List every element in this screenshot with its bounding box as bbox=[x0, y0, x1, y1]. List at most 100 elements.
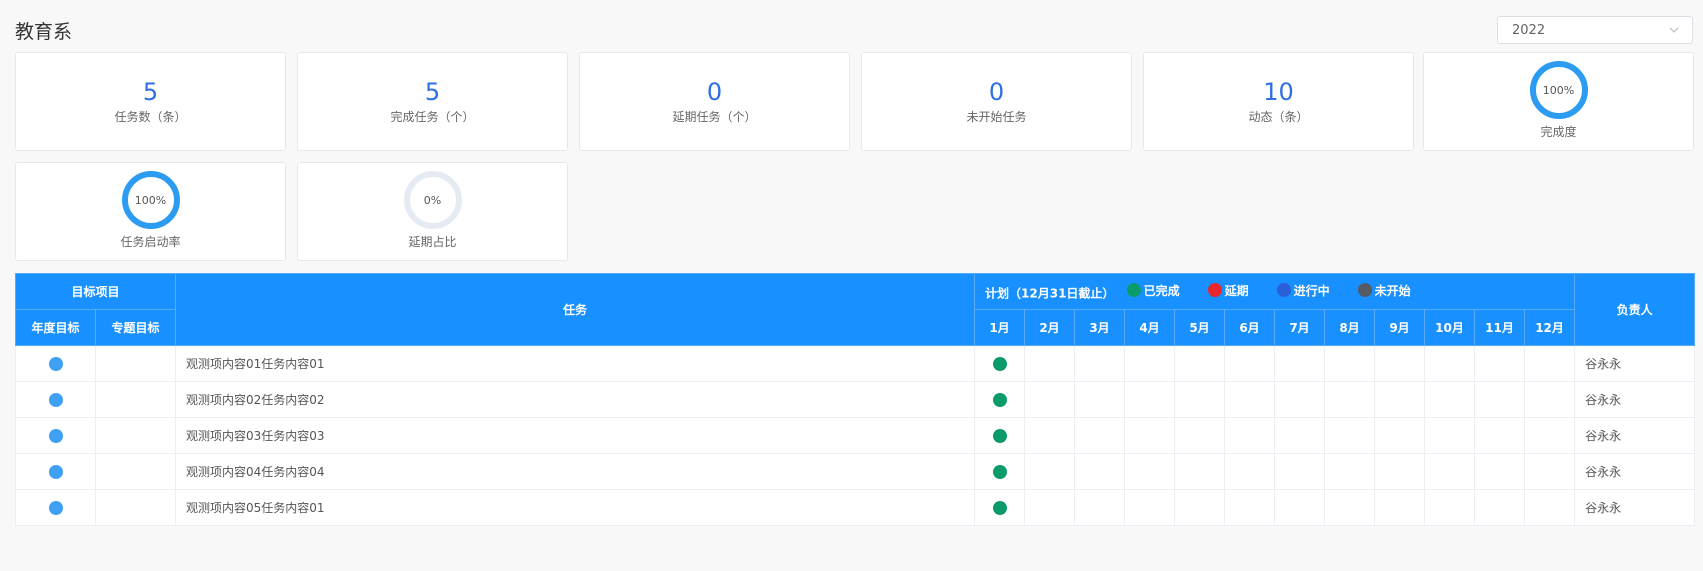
month-header: 3月 bbox=[1074, 309, 1126, 346]
table-row[interactable]: 观测项内容01任务内容01 谷永永 bbox=[15, 345, 1696, 382]
task-header: 任务 bbox=[175, 273, 976, 346]
month-header: 4月 bbox=[1124, 309, 1176, 346]
month-cell bbox=[1124, 417, 1176, 454]
month-cell bbox=[1424, 453, 1476, 490]
month-cell bbox=[1324, 417, 1376, 454]
month-cell bbox=[1524, 381, 1576, 418]
month-cell bbox=[974, 381, 1026, 418]
stat-value: 0 bbox=[706, 78, 723, 106]
owner-header: 负责人 bbox=[1574, 273, 1696, 346]
month-header: 12月 bbox=[1524, 309, 1576, 346]
month-cell bbox=[1474, 417, 1526, 454]
task-cell: 观测项内容04任务内容04 bbox=[175, 453, 976, 490]
month-cell bbox=[1274, 381, 1326, 418]
month-cell bbox=[1274, 453, 1326, 490]
month-cell bbox=[1174, 381, 1226, 418]
special-goal-cell bbox=[94, 453, 177, 490]
month-cell bbox=[1424, 345, 1476, 382]
month-cell bbox=[1274, 345, 1326, 382]
stat-label: 未开始任务 bbox=[966, 110, 1027, 124]
month-header: 6月 bbox=[1224, 309, 1276, 346]
status-dot-icon bbox=[992, 500, 1007, 515]
month-cell bbox=[1474, 381, 1526, 418]
legend-label: 未开始 bbox=[1374, 283, 1411, 298]
legend-item: 已完成 bbox=[1119, 282, 1180, 299]
table-row[interactable]: 观测项内容02任务内容02 谷永永 bbox=[15, 381, 1696, 418]
annual-goal-cell bbox=[15, 489, 96, 526]
month-cell bbox=[1324, 381, 1376, 418]
month-header: 2月 bbox=[1024, 309, 1076, 346]
stat-value: 0 bbox=[988, 78, 1005, 106]
special-goal-cell bbox=[94, 417, 177, 454]
annual-goal-cell bbox=[15, 381, 96, 418]
goal-dot-icon bbox=[48, 392, 63, 407]
stat-card-delayed: 0 延期任务（个） bbox=[579, 52, 850, 151]
month-cell bbox=[1024, 345, 1076, 382]
ring-card-completion: 100% 完成度 bbox=[1423, 52, 1694, 151]
month-cell bbox=[1324, 489, 1376, 526]
ring-label: 任务启动率 bbox=[120, 235, 181, 249]
month-cell bbox=[1524, 345, 1576, 382]
stat-label: 延期任务（个） bbox=[672, 110, 757, 124]
month-cell bbox=[1024, 417, 1076, 454]
plan-header: 计划（12月31日截止） 已完成 延期 进行中 未开始 bbox=[974, 273, 1576, 310]
stat-value: 5 bbox=[142, 78, 159, 106]
task-cell: 观测项内容05任务内容01 bbox=[175, 489, 976, 526]
legend-item: 未开始 bbox=[1350, 282, 1411, 299]
month-cell bbox=[1174, 489, 1226, 526]
month-header: 1月 bbox=[974, 309, 1026, 346]
special-goal-header: 专题目标 bbox=[94, 309, 177, 346]
stat-label: 完成任务（个） bbox=[390, 110, 475, 124]
ring-label: 完成度 bbox=[1540, 125, 1577, 139]
month-cell bbox=[1224, 381, 1276, 418]
owner-cell: 谷永永 bbox=[1574, 381, 1696, 418]
year-select-value: 2022 bbox=[1512, 22, 1546, 38]
month-cell bbox=[1274, 489, 1326, 526]
task-cell: 观测项内容01任务内容01 bbox=[175, 345, 976, 382]
month-header: 11月 bbox=[1474, 309, 1526, 346]
month-cell bbox=[974, 345, 1026, 382]
task-cell: 观测项内容02任务内容02 bbox=[175, 381, 976, 418]
month-cell bbox=[1424, 417, 1476, 454]
table-row[interactable]: 观测项内容04任务内容04 谷永永 bbox=[15, 453, 1696, 490]
month-header: 9月 bbox=[1374, 309, 1426, 346]
month-cell bbox=[1324, 453, 1376, 490]
status-dot-icon bbox=[992, 464, 1007, 479]
month-cell bbox=[1424, 381, 1476, 418]
plan-title: 计划（12月31日截止） bbox=[985, 286, 1115, 301]
legend-item: 延期 bbox=[1200, 282, 1249, 299]
special-goal-cell bbox=[94, 381, 177, 418]
owner-cell: 谷永永 bbox=[1574, 417, 1696, 454]
legend-item: 进行中 bbox=[1269, 282, 1330, 299]
owner-cell: 谷永永 bbox=[1574, 453, 1696, 490]
month-cell bbox=[1474, 453, 1526, 490]
table-row[interactable]: 观测项内容05任务内容01 谷永永 bbox=[15, 489, 1696, 526]
month-cell bbox=[1374, 417, 1426, 454]
ring-card-start-rate: 100% 任务启动率 bbox=[15, 162, 286, 261]
month-cell bbox=[1124, 381, 1176, 418]
goal-dot-icon bbox=[48, 428, 63, 443]
legend-label: 延期 bbox=[1224, 283, 1249, 298]
table-row[interactable]: 观测项内容03任务内容03 谷永永 bbox=[15, 417, 1696, 454]
ring-label: 延期占比 bbox=[408, 235, 457, 249]
month-cell bbox=[1124, 489, 1176, 526]
special-goal-cell bbox=[94, 345, 177, 382]
special-goal-cell bbox=[94, 489, 177, 526]
annual-goal-cell bbox=[15, 453, 96, 490]
legend-label: 进行中 bbox=[1293, 283, 1330, 298]
year-select[interactable]: 2022 bbox=[1497, 16, 1693, 44]
month-header: 10月 bbox=[1424, 309, 1476, 346]
progress-ring: 100% bbox=[121, 170, 181, 230]
month-cell bbox=[1124, 345, 1176, 382]
status-legend: 已完成 延期 进行中 未开始 bbox=[1119, 283, 1431, 300]
stat-card-activity: 10 动态（条） bbox=[1143, 52, 1414, 151]
page-title: 教育系 bbox=[15, 21, 73, 43]
month-cell bbox=[1074, 417, 1126, 454]
stat-card-tasks: 5 任务数（条） bbox=[15, 52, 286, 151]
month-cell bbox=[1274, 417, 1326, 454]
month-cell bbox=[1074, 345, 1126, 382]
task-table: 目标项目 任务 计划（12月31日截止） 已完成 延期 进行中 未开始 负责人 年度目… bbox=[14, 273, 1696, 526]
stat-card-not-started: 0 未开始任务 bbox=[861, 52, 1132, 151]
stat-value: 10 bbox=[1263, 78, 1294, 106]
month-cell bbox=[1474, 345, 1526, 382]
